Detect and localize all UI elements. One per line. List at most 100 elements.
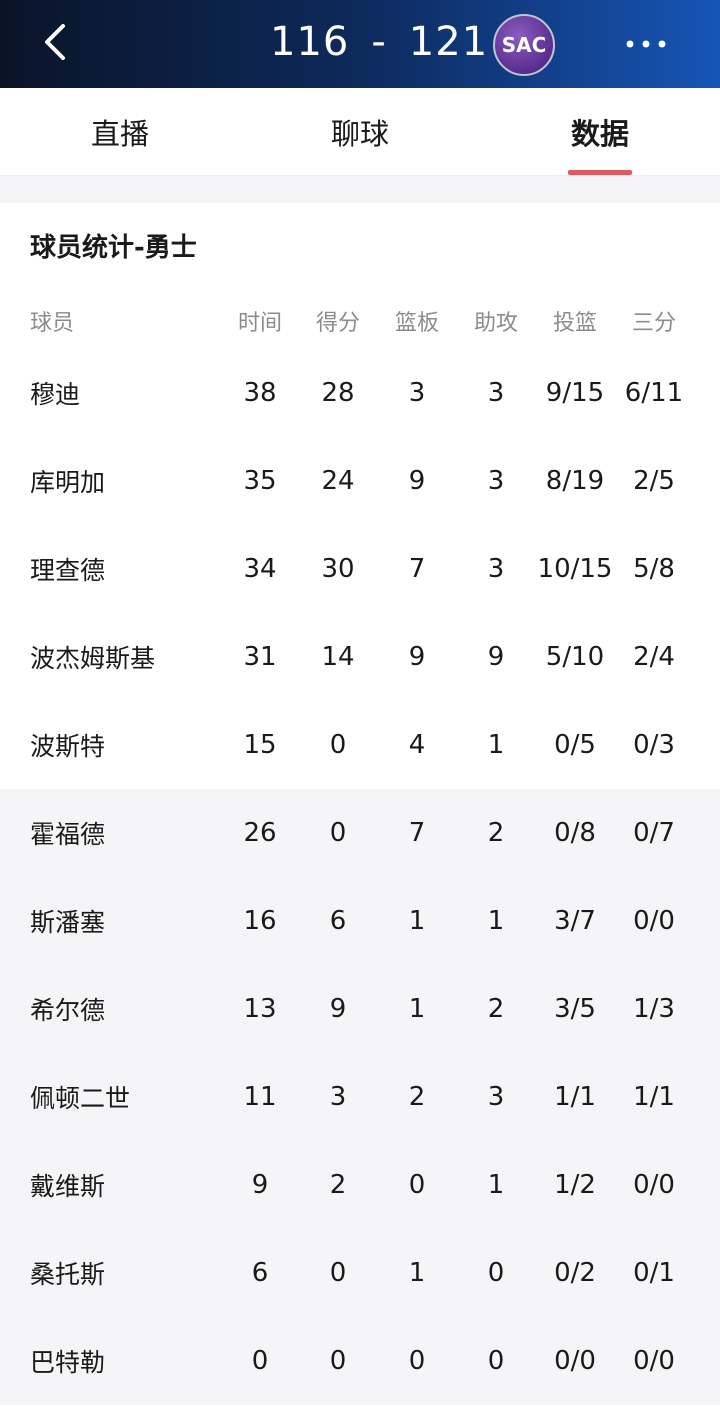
- column-header: 球员: [30, 311, 75, 336]
- stat-cell: 1: [408, 906, 426, 936]
- table-row[interactable]: 霍福德 26 0 7 2 0/8 0/7 0: [0, 789, 720, 877]
- table-row[interactable]: 理查德 34 30 7 3 10/15 5/8 5: [0, 525, 720, 613]
- stat-cell: 0/3: [633, 730, 675, 760]
- stat-cell: 2: [694, 613, 720, 701]
- stat-cell: 0/0: [554, 1346, 596, 1376]
- stat-cell: 0: [694, 701, 720, 789]
- player-name: 桑托斯: [30, 1260, 106, 1289]
- stat-cell: 34: [243, 554, 277, 584]
- stat-cell: 9/15: [545, 378, 605, 408]
- stat-cell: 5/8: [633, 554, 675, 584]
- player-name: 库明加: [30, 468, 106, 497]
- stat-cell: 6: [251, 1258, 269, 1288]
- stat-cell: 0/1: [633, 1258, 675, 1288]
- stat-cell: 1/1: [633, 1082, 675, 1112]
- stat-cell: 13: [243, 994, 277, 1024]
- stat-cell: 3: [487, 378, 505, 408]
- stat-cell: 9: [408, 466, 426, 496]
- player-name: 巴特勒: [30, 1348, 106, 1377]
- stat-cell: 1/2: [554, 1170, 596, 1200]
- stat-cell: 0: [487, 1258, 505, 1288]
- stat-cell: 9: [408, 642, 426, 672]
- column-header: 三分: [631, 311, 676, 336]
- player-name: 波杰姆斯基: [30, 644, 156, 673]
- stat-cell: 14: [321, 642, 355, 672]
- stat-cell: 0: [694, 789, 720, 877]
- table-row[interactable]: 巴特勒 0 0 0 0 0/0 0/0 0: [0, 1317, 720, 1405]
- stat-cell: 11: [243, 1082, 277, 1112]
- stat-cell: 2: [408, 1082, 426, 1112]
- stat-cell: 0: [408, 1346, 426, 1376]
- table-row[interactable]: 桑托斯 6 0 1 0 0/2 0/1 0: [0, 1229, 720, 1317]
- stat-cell: 3: [329, 1082, 347, 1112]
- stat-cell: 1/1: [554, 1082, 596, 1112]
- tab-bar: 直播 聊球 数据: [0, 88, 720, 176]
- stat-cell: 3/7: [554, 906, 596, 936]
- stat-cell: 3: [487, 1082, 505, 1112]
- table-row[interactable]: 戴维斯 9 2 0 1 1/2 0/0 0: [0, 1141, 720, 1229]
- stat-cell: 0/8: [554, 818, 596, 848]
- stat-cell: 38: [243, 378, 277, 408]
- tab-live[interactable]: 直播: [60, 88, 180, 176]
- stat-cell: 0/5: [554, 730, 596, 760]
- player-name: 理查德: [30, 556, 106, 585]
- tab-data[interactable]: 数据: [540, 88, 660, 176]
- stat-cell: 0/7: [633, 818, 675, 848]
- stat-cell: 9: [487, 642, 505, 672]
- column-header: 助攻: [473, 311, 518, 336]
- stat-cell: 1: [487, 906, 505, 936]
- stat-cell: 1: [408, 1258, 426, 1288]
- column-header: 投篮: [552, 311, 597, 336]
- team-logo[interactable]: SAC: [493, 14, 555, 76]
- player-name: 斯潘塞: [30, 908, 106, 937]
- score-separator: -: [371, 19, 387, 65]
- back-icon: [45, 24, 65, 60]
- column-header: 篮板: [394, 311, 439, 336]
- player-stats-card: 球员统计-勇士 球员 时间 得分 篮板 助攻 投篮 三分 罚 穆迪 38 28 3 3 9…: [0, 203, 720, 1423]
- player-name: 穆迪: [30, 380, 81, 409]
- stat-cell: 5: [694, 525, 720, 613]
- stat-cell: 2: [329, 1170, 347, 1200]
- stat-cell: 2: [487, 818, 505, 848]
- stat-cell: 35: [243, 466, 277, 496]
- table-row[interactable]: 波斯特 15 0 4 1 0/5 0/3 0: [0, 701, 720, 789]
- away-score: 121: [408, 19, 489, 65]
- table-row[interactable]: 斯潘塞 16 6 1 1 3/7 0/0 0: [0, 877, 720, 965]
- stat-cell: 4: [408, 730, 426, 760]
- stat-cell: 15: [243, 730, 277, 760]
- stat-cell: 2: [694, 965, 720, 1053]
- stat-cell: 9: [251, 1170, 269, 1200]
- stat-cell: 1/3: [633, 994, 675, 1024]
- stat-cell: 0: [487, 1346, 505, 1376]
- stat-cell: 0: [408, 1170, 426, 1200]
- stat-cell: 6: [694, 437, 720, 525]
- table-row[interactable]: 佩顿二世 11 3 2 3 1/1 1/1 0: [0, 1053, 720, 1141]
- stat-cell: 4: [694, 349, 720, 437]
- stat-cell: 1: [408, 994, 426, 1024]
- more-button[interactable]: [618, 22, 674, 66]
- stat-cell: 2: [487, 994, 505, 1024]
- stat-cell: 0: [329, 818, 347, 848]
- stat-cell: 24: [321, 466, 355, 496]
- stat-cell: 30: [321, 554, 355, 584]
- stat-cell: 0: [694, 1317, 720, 1405]
- stat-cell: 0: [694, 1053, 720, 1141]
- back-button[interactable]: [30, 16, 82, 68]
- stat-cell: 0: [694, 877, 720, 965]
- column-header: 得分: [315, 311, 360, 336]
- table-row[interactable]: 希尔德 13 9 1 2 3/5 1/3 2: [0, 965, 720, 1053]
- stat-cell: 31: [243, 642, 277, 672]
- table-row[interactable]: 穆迪 38 28 3 3 9/15 6/11 4: [0, 349, 720, 437]
- table-row[interactable]: 波杰姆斯基 31 14 9 9 5/10 2/4 2: [0, 613, 720, 701]
- stat-cell: 1: [487, 730, 505, 760]
- stat-cell: 3: [408, 378, 426, 408]
- stat-cell: 10/15: [537, 554, 613, 584]
- stat-cell: 28: [321, 378, 355, 408]
- table-row[interactable]: 库明加 35 24 9 3 8/19 2/5 6: [0, 437, 720, 525]
- player-name: 霍福德: [30, 820, 106, 849]
- stat-cell: 0: [694, 1141, 720, 1229]
- tab-chat[interactable]: 聊球: [300, 88, 420, 176]
- table-header: 球员 时间 得分 篮板 助攻 投篮 三分 罚: [0, 299, 720, 343]
- stat-cell: 0/2: [554, 1258, 596, 1288]
- team-logo-text: SAC: [501, 33, 547, 57]
